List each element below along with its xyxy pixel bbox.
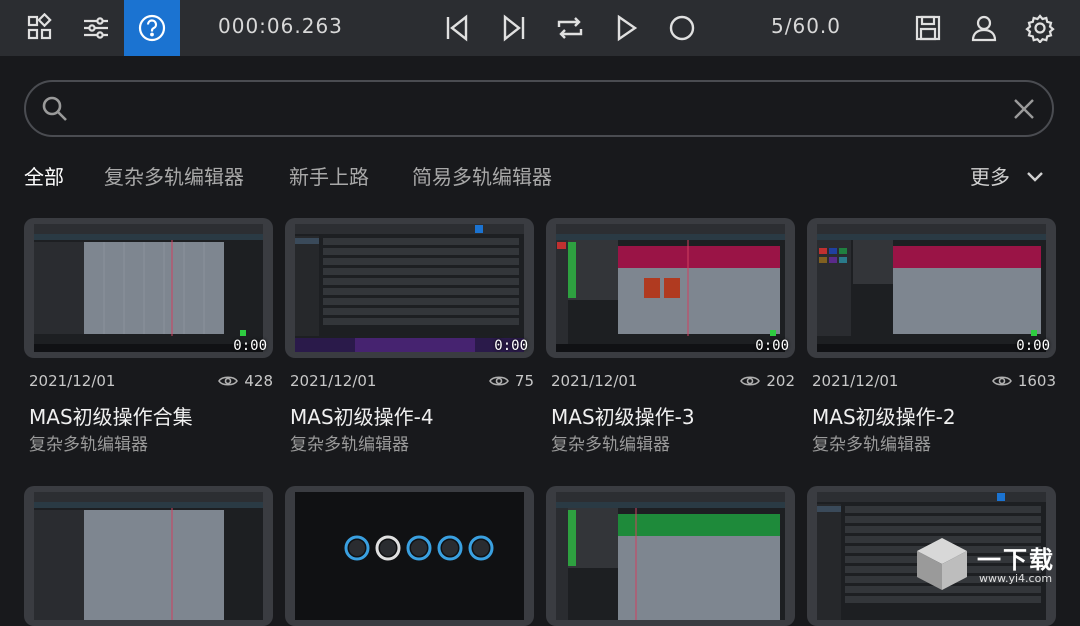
user-icon[interactable] — [956, 0, 1012, 56]
video-category: 复杂多轨编辑器 — [29, 435, 148, 455]
video-thumbnail[interactable]: 0:00 — [24, 218, 273, 358]
view-count-value: 1603 — [1017, 372, 1056, 390]
search-input[interactable] — [86, 92, 1010, 128]
play-icon[interactable] — [598, 0, 654, 56]
more-label: 更多 — [970, 165, 1010, 189]
thumbnail-image — [295, 492, 524, 620]
video-category: 复杂多轨编辑器 — [290, 435, 409, 455]
view-count-value: 428 — [244, 372, 273, 390]
tab-beginner[interactable]: 新手上路 — [289, 161, 369, 190]
video-thumbnail[interactable] — [24, 486, 273, 626]
view-count: 75 — [488, 372, 534, 390]
watermark-text: 一下载 — [977, 546, 1055, 574]
video-duration: 0:00 — [494, 338, 528, 354]
eye-icon — [991, 376, 1012, 386]
save-icon[interactable] — [900, 0, 956, 56]
search-icon[interactable] — [40, 94, 70, 124]
skip-back-icon[interactable] — [429, 0, 485, 56]
eye-icon — [488, 376, 509, 386]
gear-icon[interactable] — [1012, 0, 1068, 56]
video-thumbnail[interactable] — [285, 486, 534, 626]
eye-icon — [740, 376, 761, 386]
tab-complex-multitrack[interactable]: 复杂多轨编辑器 — [104, 161, 244, 190]
view-count: 1603 — [991, 372, 1056, 390]
skip-forward-icon[interactable] — [486, 0, 542, 56]
sliders-icon[interactable] — [68, 0, 124, 56]
video-thumbnail[interactable]: 0:00 — [546, 218, 795, 358]
thumbnail-image — [556, 224, 785, 352]
video-title[interactable]: MAS初级操作-2 — [812, 401, 956, 430]
video-date: 2021/12/01 — [29, 372, 116, 390]
top-toolbar: 000:06.263 5/60.0 — [0, 0, 1080, 56]
view-count-value: 75 — [514, 372, 534, 390]
chevron-down-icon — [1027, 171, 1043, 182]
video-title[interactable]: MAS初级操作-3 — [551, 401, 695, 430]
watermark-url: www.yi4.com — [979, 572, 1053, 585]
video-date: 2021/12/01 — [290, 372, 377, 390]
grid-icon[interactable] — [12, 0, 68, 56]
thumbnail-image — [556, 492, 785, 620]
thumbnail-image — [295, 224, 524, 352]
video-thumbnail[interactable]: 0:00 — [285, 218, 534, 358]
record-icon[interactable] — [654, 0, 710, 56]
video-thumbnail[interactable] — [546, 486, 795, 626]
thumbnail-image — [34, 492, 263, 620]
video-title[interactable]: MAS初级操作合集 — [29, 401, 193, 430]
thumbnail-image — [817, 224, 1046, 352]
video-category: 复杂多轨编辑器 — [551, 435, 670, 455]
video-thumbnail[interactable]: 0:00 — [807, 218, 1056, 358]
help-icon[interactable] — [124, 0, 180, 56]
more-dropdown[interactable]: 更多 — [970, 161, 1046, 190]
video-duration: 0:00 — [233, 338, 267, 354]
view-count-value: 202 — [766, 372, 795, 390]
tab-simple-multitrack[interactable]: 简易多轨编辑器 — [412, 161, 552, 190]
loop-icon[interactable] — [542, 0, 598, 56]
clear-icon[interactable] — [1010, 95, 1038, 123]
search-bar — [24, 80, 1054, 137]
video-duration: 0:00 — [755, 338, 789, 354]
thumbnail-image — [34, 224, 263, 352]
video-title[interactable]: MAS初级操作-4 — [290, 401, 434, 430]
bar-position: 5/60.0 — [771, 14, 841, 38]
view-count: 428 — [218, 372, 273, 390]
site-watermark: 一下载 www.yi4.com — [915, 536, 1075, 596]
cube-logo-icon — [917, 538, 967, 590]
time-display: 000:06.263 — [218, 14, 343, 38]
video-duration: 0:00 — [1016, 338, 1050, 354]
tab-all[interactable]: 全部 — [24, 161, 64, 190]
video-date: 2021/12/01 — [812, 372, 899, 390]
eye-icon — [218, 376, 239, 386]
view-count: 202 — [740, 372, 795, 390]
video-date: 2021/12/01 — [551, 372, 638, 390]
video-category: 复杂多轨编辑器 — [812, 435, 931, 455]
